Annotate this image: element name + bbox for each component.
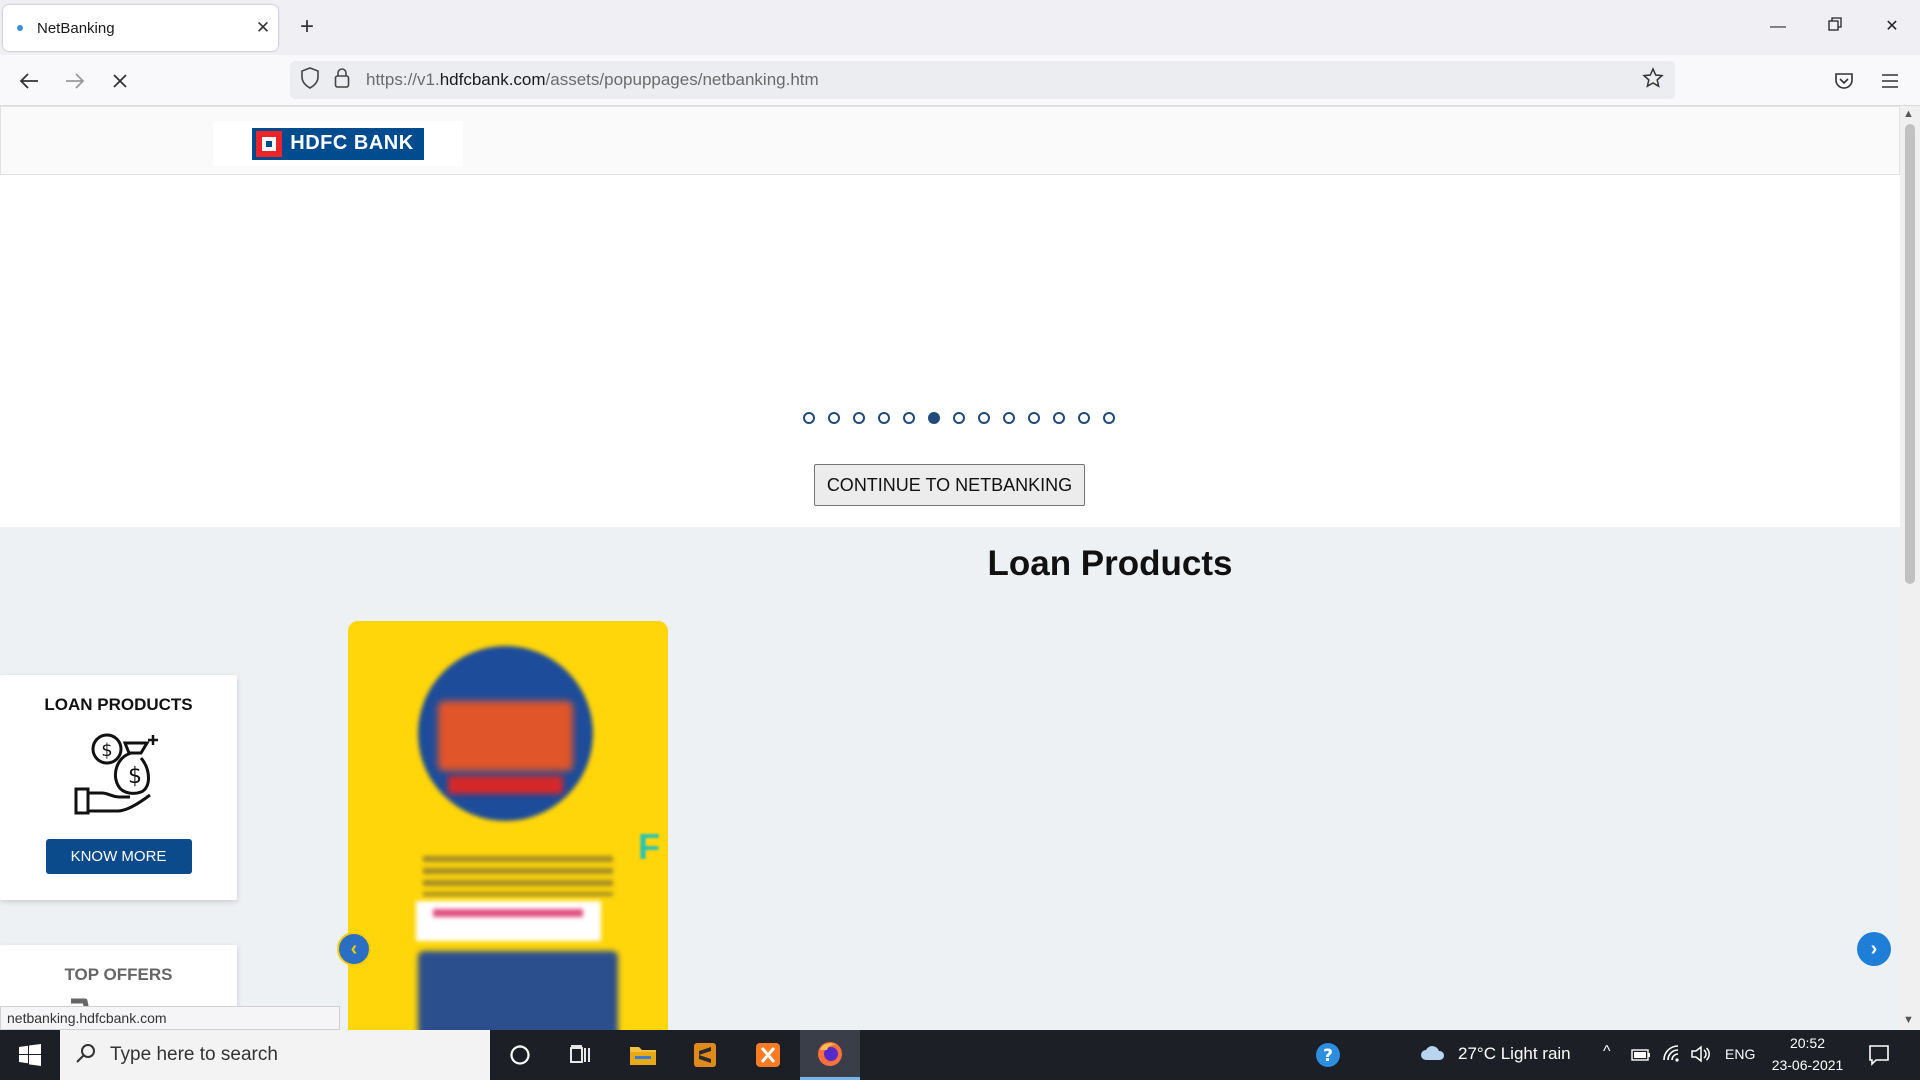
close-window-button[interactable]: ✕ xyxy=(1872,10,1912,44)
clock-date[interactable]: 23-06-2021 xyxy=(1766,1057,1849,1073)
search-placeholder: Type here to search xyxy=(110,1044,278,1065)
carousel-dot[interactable] xyxy=(803,412,815,424)
carousel-dot[interactable] xyxy=(953,412,965,424)
url-domain: hdfcbank.com xyxy=(439,70,546,89)
carousel-dot[interactable] xyxy=(853,412,865,424)
show-hidden-icons[interactable]: ^ xyxy=(1603,1043,1611,1061)
hdfc-logo[interactable]: HDFC BANK xyxy=(213,121,463,166)
section-title: Loan Products xyxy=(987,544,1233,583)
url-text[interactable]: https://v1.hdfcbank.com/assets/popuppage… xyxy=(366,70,819,90)
restore-button[interactable] xyxy=(1815,10,1855,44)
tab-strip: NetBanking ✕ + — ✕ xyxy=(0,0,1920,55)
carousel-dot[interactable] xyxy=(903,412,915,424)
carousel-dot[interactable] xyxy=(978,412,990,424)
carousel-prev-button[interactable]: ‹ xyxy=(337,932,371,966)
network-icon[interactable] xyxy=(1662,1044,1682,1067)
carousel-dot[interactable] xyxy=(878,412,890,424)
loan-products-section: Loan Products LOAN PRODUCTS $ $ KNOW MOR… xyxy=(0,527,1900,1030)
logo-badge: HDFC BANK xyxy=(252,127,424,160)
carousel-dot[interactable] xyxy=(828,412,840,424)
carousel-dot[interactable] xyxy=(1103,412,1115,424)
url-path: /assets/popuppages/netbanking.htm xyxy=(545,70,819,89)
volume-icon[interactable] xyxy=(1690,1045,1710,1068)
offers-card-title: TOP OFFERS xyxy=(64,965,173,984)
status-bar-url: netbanking.hdfcbank.com xyxy=(0,1006,340,1030)
banner-badge xyxy=(418,646,593,821)
xampp-icon[interactable] xyxy=(738,1030,798,1080)
weather-cloud-icon[interactable] xyxy=(1420,1044,1446,1069)
task-view-icon[interactable] xyxy=(550,1030,610,1080)
help-icon[interactable]: ? xyxy=(1298,1030,1358,1080)
svg-text:$: $ xyxy=(101,740,112,761)
search-icon xyxy=(76,1043,96,1068)
minimize-button[interactable]: — xyxy=(1758,10,1798,44)
carousel-pagination xyxy=(803,412,1115,424)
battery-icon[interactable] xyxy=(1631,1048,1651,1066)
new-tab-button[interactable]: + xyxy=(292,12,322,42)
scroll-thumb[interactable] xyxy=(1905,124,1915,584)
scroll-up-arrow-icon[interactable]: ▲ xyxy=(1903,108,1914,120)
back-button[interactable] xyxy=(12,64,46,98)
tab-title: NetBanking xyxy=(37,19,115,37)
notifications-icon[interactable] xyxy=(1868,1044,1890,1071)
start-button[interactable] xyxy=(0,1030,60,1080)
browser-tab[interactable]: NetBanking ✕ xyxy=(3,5,278,51)
cortana-icon[interactable] xyxy=(490,1030,550,1080)
page-header: HDFC BANK xyxy=(0,106,1900,175)
loan-offer-banner-image[interactable]: F xyxy=(348,621,668,1030)
url-prefix: https://v1. xyxy=(366,70,440,89)
sublime-text-icon[interactable] xyxy=(675,1030,735,1080)
loading-indicator-icon xyxy=(17,25,23,31)
logo-text: HDFC BANK xyxy=(290,132,414,154)
hdfc-logo-mark-icon xyxy=(256,130,283,157)
menu-icon[interactable] xyxy=(1873,64,1907,98)
weather-text[interactable]: 27°C Light rain xyxy=(1458,1044,1571,1064)
lock-icon[interactable] xyxy=(334,67,350,93)
page-scrollbar[interactable]: ▲ ▼ xyxy=(1900,106,1920,1030)
carousel-next-button[interactable]: › xyxy=(1857,932,1891,966)
address-bar[interactable]: https://v1.hdfcbank.com/assets/popuppage… xyxy=(290,61,1675,99)
forward-button[interactable] xyxy=(58,64,92,98)
firefox-icon[interactable] xyxy=(800,1030,860,1080)
carousel-dot[interactable] xyxy=(1003,412,1015,424)
scroll-down-arrow-icon[interactable]: ▼ xyxy=(1903,1014,1914,1026)
close-tab-icon[interactable]: ✕ xyxy=(248,18,278,38)
navigation-toolbar: https://v1.hdfcbank.com/assets/popuppage… xyxy=(0,55,1920,106)
tracking-protection-icon[interactable] xyxy=(300,66,320,94)
know-more-button[interactable]: KNOW MORE xyxy=(45,839,192,874)
bookmark-star-icon[interactable] xyxy=(1642,66,1664,94)
stop-loading-button[interactable] xyxy=(103,64,137,98)
taskbar: Type here to search ? 27°C Light rain ^ … xyxy=(0,1030,1920,1080)
svg-text:$: $ xyxy=(128,764,142,789)
carousel-dot[interactable] xyxy=(928,412,940,424)
carousel-dot[interactable] xyxy=(1078,412,1090,424)
carousel-dot[interactable] xyxy=(1028,412,1040,424)
file-explorer-icon[interactable] xyxy=(613,1030,673,1080)
taskbar-search[interactable]: Type here to search xyxy=(60,1030,490,1080)
loan-products-card: LOAN PRODUCTS $ $ KNOW MORE xyxy=(0,675,237,900)
page-viewport: HDFC BANK CONTINUE TO NETBANKING Loan Pr… xyxy=(0,106,1900,1030)
language-indicator[interactable]: ENG xyxy=(1725,1046,1755,1062)
money-bag-hand-icon: $ $ xyxy=(0,731,237,823)
pocket-icon[interactable] xyxy=(1827,64,1861,98)
continue-to-netbanking-button[interactable]: CONTINUE TO NETBANKING xyxy=(814,464,1085,506)
carousel-dot[interactable] xyxy=(1053,412,1065,424)
loan-card-title: LOAN PRODUCTS xyxy=(44,695,193,714)
clock-time[interactable]: 20:52 xyxy=(1770,1035,1845,1051)
svg-text:?: ? xyxy=(1323,1046,1333,1066)
